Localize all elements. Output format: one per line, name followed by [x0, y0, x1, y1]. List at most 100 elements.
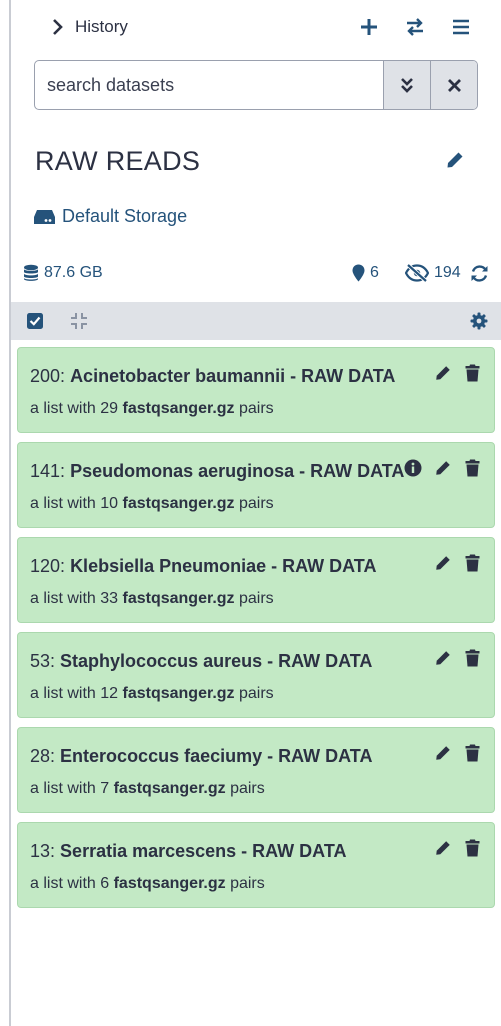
- dataset-actions: [433, 648, 482, 667]
- dataset-description: a list with 7 fastqsanger.gz pairs: [18, 771, 494, 812]
- delete-dataset-button[interactable]: [463, 838, 482, 857]
- dataset-name: Enterococcus faeciumy - RAW DATA: [60, 746, 373, 766]
- select-items-button[interactable]: [23, 309, 47, 333]
- dataset-format: fastqsanger.gz: [113, 875, 226, 892]
- dataset-hid: 141: [30, 461, 61, 481]
- dataset-item[interactable]: 53: Staphylococcus aureus - RAW DATA a l…: [17, 632, 495, 718]
- eye-slash-icon: [405, 264, 429, 282]
- bars-icon: [453, 19, 469, 35]
- history-size-value: 87.6 GB: [44, 264, 103, 281]
- dataset-name: Acinetobacter baumannii - RAW DATA: [70, 366, 396, 386]
- collection-size: a list with 33: [30, 590, 119, 607]
- pencil-icon: [435, 745, 450, 760]
- delete-dataset-button[interactable]: [463, 648, 482, 667]
- dataset-actions: [433, 838, 482, 857]
- delete-dataset-button[interactable]: [463, 743, 482, 762]
- dataset-title: 120: Klebsiella Pneumoniae - RAW DATA: [30, 556, 377, 576]
- dataset-name: Staphylococcus aureus - RAW DATA: [60, 651, 373, 671]
- dataset-title: 53: Staphylococcus aureus - RAW DATA: [30, 651, 373, 671]
- database-icon: [24, 264, 38, 281]
- close-icon: [447, 78, 461, 92]
- dataset-title: 13: Serratia marcescens - RAW DATA: [30, 841, 347, 861]
- edit-dataset-button[interactable]: [433, 648, 452, 667]
- collection-type: pairs: [230, 780, 265, 797]
- trash-icon: [465, 839, 480, 856]
- pencil-icon: [435, 555, 450, 570]
- dataset-description: a list with 29 fastqsanger.gz pairs: [18, 391, 494, 432]
- dataset-name: Serratia marcescens - RAW DATA: [60, 841, 347, 861]
- dataset-description: a list with 10 fastqsanger.gz pairs: [18, 486, 494, 527]
- exchange-icon: [407, 18, 423, 36]
- dataset-format: fastqsanger.gz: [122, 400, 235, 417]
- hidden-datasets-filter[interactable]: 194: [405, 264, 461, 282]
- shown-count: 6: [370, 264, 379, 281]
- history-toggle[interactable]: History: [51, 14, 128, 40]
- dataset-item[interactable]: 141: Pseudomonas aeruginosa - RAW DATA a…: [17, 442, 495, 528]
- trash-icon: [465, 744, 480, 761]
- dataset-hid: 53: [30, 651, 51, 671]
- dataset-description: a list with 33 fastqsanger.gz pairs: [18, 581, 494, 622]
- dataset-item[interactable]: 13: Serratia marcescens - RAW DATA a lis…: [17, 822, 495, 908]
- pencil-icon: [435, 650, 450, 665]
- history-options-button[interactable]: [447, 14, 475, 40]
- dataset-title: 200: Acinetobacter baumannii - RAW DATA: [30, 366, 396, 386]
- switch-history-button[interactable]: [401, 14, 429, 40]
- trash-icon: [465, 459, 480, 476]
- edit-history-button[interactable]: [443, 148, 467, 172]
- sync-icon: [471, 265, 488, 282]
- double-chevron-down-icon: [401, 78, 413, 93]
- info-circle-icon: [404, 459, 421, 476]
- history-panel: History RAW READS: [11, 0, 501, 1026]
- edit-dataset-button[interactable]: [433, 458, 452, 477]
- edit-dataset-button[interactable]: [433, 553, 452, 572]
- dataset-actions: [403, 458, 482, 477]
- clear-search-button[interactable]: [430, 61, 477, 109]
- dataset-item[interactable]: 120: Klebsiella Pneumoniae - RAW DATA a …: [17, 537, 495, 623]
- collapse-all-button[interactable]: [67, 309, 91, 333]
- dataset-hid: 200: [30, 366, 61, 386]
- collection-size: a list with 29: [30, 400, 119, 417]
- pencil-icon: [435, 365, 450, 380]
- dataset-info-button[interactable]: [403, 458, 422, 477]
- delete-dataset-button[interactable]: [463, 458, 482, 477]
- dataset-item[interactable]: 200: Acinetobacter baumannii - RAW DATA …: [17, 347, 495, 433]
- collection-size: a list with 7: [30, 780, 110, 797]
- dataset-actions: [433, 363, 482, 382]
- collection-size: a list with 10: [30, 495, 119, 512]
- collection-type: pairs: [238, 590, 274, 607]
- map-marker-icon: [352, 264, 365, 282]
- dataset-hid: 28: [30, 746, 51, 766]
- trash-icon: [465, 554, 480, 571]
- delete-dataset-button[interactable]: [463, 363, 482, 382]
- history-name: RAW READS: [35, 146, 201, 176]
- storage-link[interactable]: Default Storage: [33, 206, 187, 227]
- pencil-icon: [435, 840, 450, 855]
- dataset-format: fastqsanger.gz: [122, 685, 235, 702]
- dataset-actions: [433, 743, 482, 762]
- collection-size: a list with 12: [30, 685, 119, 702]
- dataset-description: a list with 6 fastqsanger.gz pairs: [18, 866, 494, 907]
- history-toggle-label: History: [75, 17, 128, 36]
- refresh-button[interactable]: [470, 264, 489, 283]
- collection-type: pairs: [238, 495, 274, 512]
- create-history-button[interactable]: [355, 14, 383, 40]
- storage-label: Default Storage: [62, 206, 188, 226]
- collection-type: pairs: [238, 400, 274, 417]
- delete-dataset-button[interactable]: [463, 553, 482, 572]
- trash-icon: [465, 649, 480, 666]
- dataset-hid: 120: [30, 556, 61, 576]
- dataset-description: a list with 12 fastqsanger.gz pairs: [18, 676, 494, 717]
- edit-dataset-button[interactable]: [433, 838, 452, 857]
- edit-dataset-button[interactable]: [433, 363, 452, 382]
- dataset-name: Pseudomonas aeruginosa - RAW DATA: [70, 461, 405, 481]
- advanced-search-toggle[interactable]: [383, 61, 430, 109]
- chevron-right-icon: [51, 19, 65, 35]
- history-size[interactable]: 87.6 GB: [23, 264, 103, 282]
- shown-datasets-filter[interactable]: 6: [352, 264, 379, 282]
- trash-icon: [465, 364, 480, 381]
- search-input[interactable]: [35, 61, 383, 109]
- edit-dataset-button[interactable]: [433, 743, 452, 762]
- list-settings-button[interactable]: [467, 309, 491, 333]
- dataset-format: fastqsanger.gz: [122, 590, 235, 607]
- dataset-item[interactable]: 28: Enterococcus faeciumy - RAW DATA a l…: [17, 727, 495, 813]
